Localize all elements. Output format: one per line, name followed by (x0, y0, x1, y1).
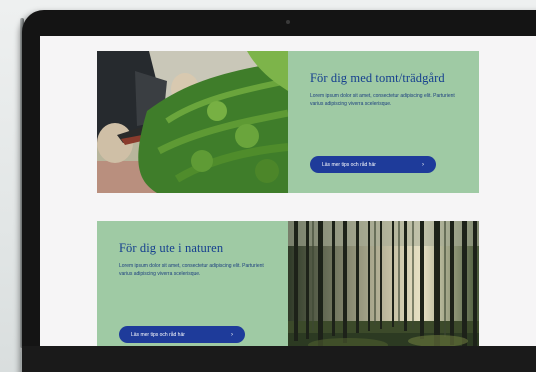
garden-card-body: Lorem ipsum dolor sit amet, consectetur … (310, 93, 455, 107)
nature-read-more-button[interactable]: Läs mer tips och råd här › (119, 326, 245, 343)
laptop-chin (22, 346, 536, 372)
camera-icon (286, 20, 290, 24)
nature-card-heading: För dig ute i naturen (119, 241, 224, 255)
screen: För dig med tomt/trädgård Lorem ipsum do… (40, 36, 536, 346)
chevron-right-icon: › (422, 161, 424, 168)
device-mockup: För dig med tomt/trädgård Lorem ipsum do… (0, 0, 536, 372)
pine-forest-photo (288, 221, 479, 346)
nature-card: För dig ute i naturen Lorem ipsum dolor … (97, 221, 479, 346)
chevron-right-icon: › (231, 331, 233, 338)
garden-read-more-button[interactable]: Läs mer tips och råd här › (310, 156, 436, 173)
nature-card-text: För dig ute i naturen Lorem ipsum dolor … (97, 221, 288, 346)
garden-read-more-label: Läs mer tips och råd här (322, 161, 376, 168)
garden-card: För dig med tomt/trädgård Lorem ipsum do… (97, 51, 479, 193)
gardener-pruning-photo (97, 51, 288, 193)
nature-card-body: Lorem ipsum dolor sit amet, consectetur … (119, 263, 264, 277)
garden-card-heading: För dig med tomt/trädgård (310, 71, 445, 85)
garden-card-text: För dig med tomt/trädgård Lorem ipsum do… (288, 51, 479, 193)
nature-read-more-label: Läs mer tips och råd här (131, 331, 185, 338)
